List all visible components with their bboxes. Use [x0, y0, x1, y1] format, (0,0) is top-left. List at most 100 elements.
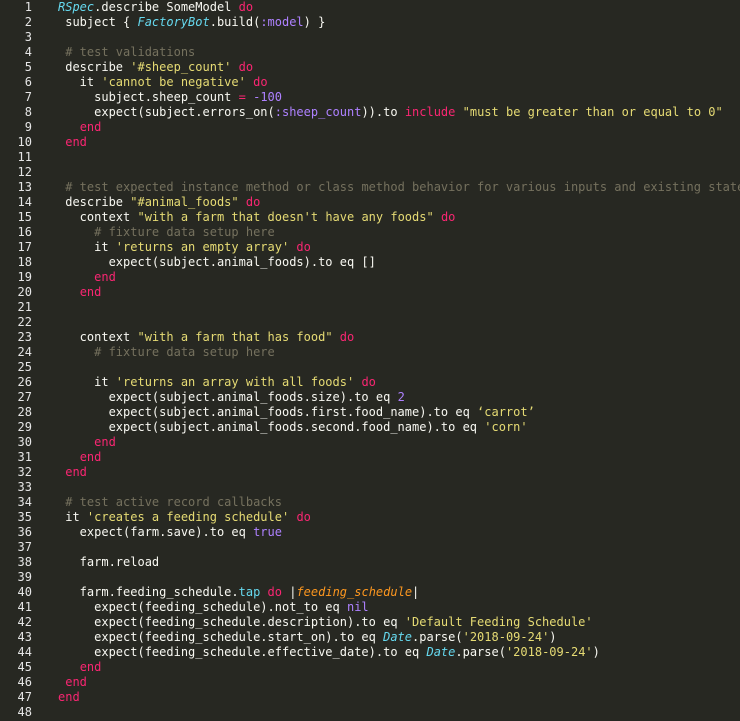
code-token: farm.feeding_schedule.	[58, 585, 239, 599]
code-line[interactable]: 3	[0, 30, 740, 45]
code-token: ) }	[303, 15, 326, 29]
code-line[interactable]: 5 describe '#sheep_count' do	[0, 60, 740, 75]
code-line[interactable]: 36 expect(farm.save).to eq true	[0, 525, 740, 540]
code-token: it	[58, 510, 87, 524]
code-line[interactable]: 28 expect(subject.animal_foods.first.foo…	[0, 405, 740, 420]
code-line[interactable]: 14 describe "#animal_foods" do	[0, 195, 740, 210]
code-token: end	[79, 450, 102, 464]
code-token: context	[58, 330, 138, 344]
code-token: expect(feeding_schedule).not_to eq	[58, 600, 347, 614]
code-area[interactable]: 1 RSpec.describe SomeModel do 2 subject { …	[0, 0, 740, 721]
code-line[interactable]: 29 expect(subject.animal_foods.second.fo…	[0, 420, 740, 435]
code-line[interactable]: 31 end	[0, 450, 740, 465]
code-line[interactable]: 10 end	[0, 135, 740, 150]
code-line[interactable]: 26 it 'returns an array with all foods' …	[0, 375, 740, 390]
code-line[interactable]: 21	[0, 300, 740, 315]
code-line[interactable]: 32 end	[0, 465, 740, 480]
line-number: 7	[24, 90, 32, 104]
code-token: do	[238, 60, 254, 74]
code-token: end	[65, 465, 87, 479]
code-line[interactable]: 30 end	[0, 435, 740, 450]
line-number: 9	[24, 120, 32, 134]
code-line[interactable]: 35 it 'creates a feeding schedule' do	[0, 510, 740, 525]
code-line[interactable]: 12	[0, 165, 740, 180]
code-line[interactable]: 22	[0, 315, 740, 330]
line-number: 19	[17, 270, 32, 284]
code-line[interactable]: 37	[0, 540, 740, 555]
code-token: 'cannot be negative'	[101, 75, 246, 89]
code-line[interactable]: 11	[0, 150, 740, 165]
code-line[interactable]: 46 end	[0, 675, 740, 690]
line-number: 16	[17, 225, 32, 239]
line-number: 28	[17, 405, 32, 419]
code-token: end	[94, 435, 116, 449]
code-line[interactable]: 19 end	[0, 270, 740, 285]
line-text: end	[58, 450, 102, 465]
code-token: do	[361, 375, 376, 389]
code-token: nil	[346, 600, 369, 614]
code-line[interactable]: 8 expect(subject.errors_on(:sheep_count)…	[0, 105, 740, 120]
code-line[interactable]: 6 it 'cannot be negative' do	[0, 75, 740, 90]
line-number: 29	[17, 420, 32, 434]
code-token: 2	[397, 390, 405, 404]
code-line[interactable]: 16 # fixture data setup here	[0, 225, 740, 240]
code-line[interactable]: 38 farm.reload	[0, 555, 740, 570]
code-token: expect(subject.animal_foods.second.food_…	[58, 420, 485, 434]
code-line[interactable]: 15 context "with a farm that doesn't hav…	[0, 210, 740, 225]
code-line[interactable]: 24 # fixture data setup here	[0, 345, 740, 360]
code-line[interactable]: 2 subject { FactoryBot.build(:model) }	[0, 15, 740, 30]
line-text: context "with a farm that has food" do	[58, 330, 355, 345]
code-line[interactable]: 42 expect(feeding_schedule.description).…	[0, 615, 740, 630]
code-token: expect(subject.errors_on(	[58, 105, 275, 119]
code-token: "#animal_foods"	[130, 195, 239, 209]
code-line[interactable]: 45 end	[0, 660, 740, 675]
line-text: farm.reload	[58, 555, 159, 570]
code-line[interactable]: 34 # test active record callbacks	[0, 495, 740, 510]
code-line[interactable]: 40 farm.feeding_schedule.tap do |feeding…	[0, 585, 740, 600]
code-line[interactable]: 1 RSpec.describe SomeModel do	[0, 0, 740, 15]
code-line[interactable]: 48	[0, 705, 740, 720]
code-token: "with a farm that doesn't have any foods…	[137, 210, 434, 224]
code-editor[interactable]: 1 RSpec.describe SomeModel do 2 subject { …	[0, 0, 740, 721]
code-line[interactable]: 43 expect(feeding_schedule.start_on).to …	[0, 630, 740, 645]
code-line[interactable]: 47 end	[0, 690, 740, 705]
line-number: 40	[17, 585, 32, 599]
line-text: expect(subject.animal_foods.second.food_…	[58, 420, 528, 435]
code-line[interactable]: 25	[0, 360, 740, 375]
code-token: tap	[238, 585, 261, 599]
code-token: expect(farm.save).to eq	[58, 525, 254, 539]
code-line[interactable]: 4 # test validations	[0, 45, 740, 60]
code-token: end	[79, 660, 102, 674]
line-text: end	[58, 465, 87, 480]
code-line[interactable]: 20 end	[0, 285, 740, 300]
code-token: RSpec	[58, 0, 95, 14]
code-line[interactable]: 44 expect(feeding_schedule.effective_dat…	[0, 645, 740, 660]
code-line[interactable]: 23 context "with a farm that has food" d…	[0, 330, 740, 345]
line-number: 46	[17, 675, 32, 689]
line-number: 34	[17, 495, 32, 509]
line-number: 47	[17, 690, 32, 704]
code-line[interactable]: 17 it 'returns an empty array' do	[0, 240, 740, 255]
code-token: expect(subject.animal_foods.first.food_n…	[58, 405, 478, 419]
code-line[interactable]: 9 end	[0, 120, 740, 135]
code-line[interactable]: 7 subject.sheep_count = -100	[0, 90, 740, 105]
code-line[interactable]: 18 expect(subject.animal_foods).to eq []	[0, 255, 740, 270]
code-line[interactable]: 13 # test expected instance method or cl…	[0, 180, 740, 195]
code-token: # fixture data setup here	[94, 345, 275, 359]
code-token: do	[339, 330, 355, 344]
code-token: '#sheep_count'	[130, 60, 232, 74]
code-token: include	[404, 105, 456, 119]
code-line[interactable]: 27 expect(subject.animal_foods.size).to …	[0, 390, 740, 405]
line-text: expect(subject.animal_foods.size).to eq …	[58, 390, 405, 405]
code-line[interactable]: 33	[0, 480, 740, 495]
code-line[interactable]: 39	[0, 570, 740, 585]
code-line[interactable]: 41 expect(feeding_schedule).not_to eq ni…	[0, 600, 740, 615]
code-token: subject.sheep_count	[58, 90, 239, 104]
line-number: 8	[24, 105, 32, 119]
code-token: it	[58, 240, 116, 254]
